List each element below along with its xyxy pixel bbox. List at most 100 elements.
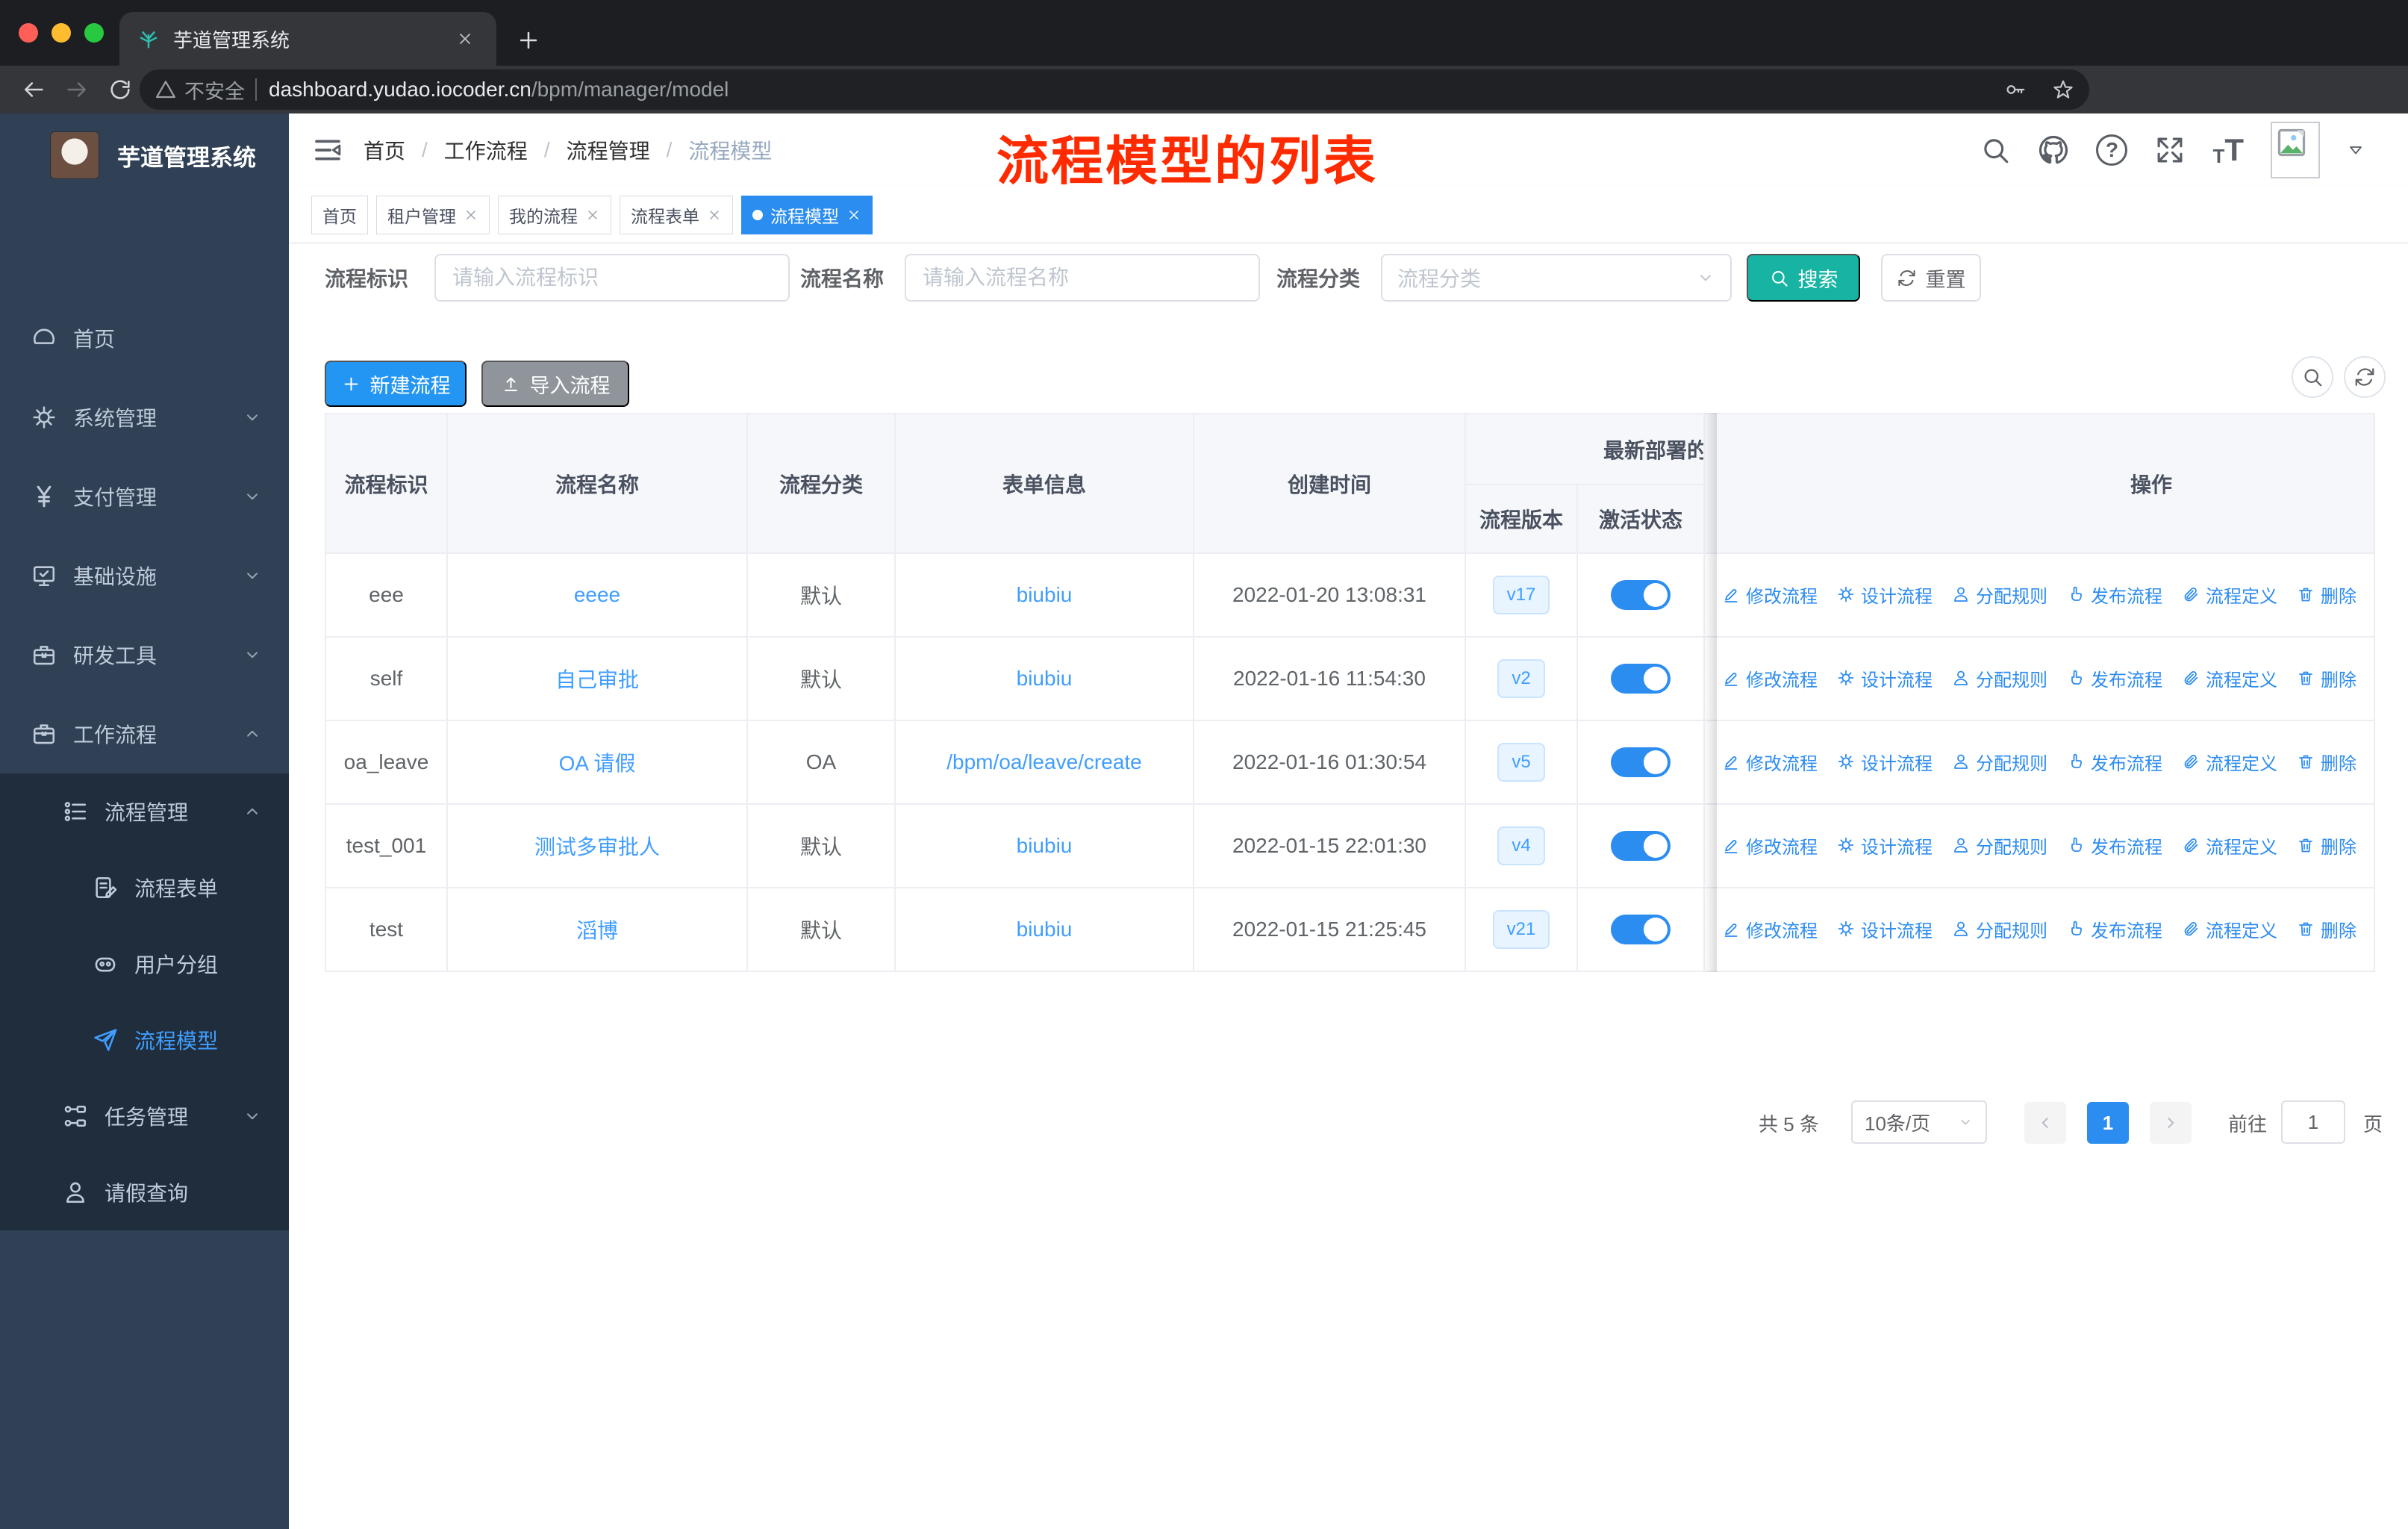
url-path[interactable]: /bpm/manager/model	[531, 78, 729, 102]
publish-process-link[interactable]: 发布流程	[2067, 665, 2162, 691]
fullscreen-icon[interactable]	[2154, 134, 2186, 166]
edit-process-link[interactable]: 修改流程	[1722, 749, 1818, 775]
design-process-link[interactable]: 设计流程	[1837, 832, 1933, 859]
close-tab-icon[interactable]	[452, 25, 478, 52]
github-icon[interactable]	[2038, 134, 2069, 166]
sidebar-item-process-model[interactable]: 流程模型	[0, 1002, 289, 1078]
create-process-button[interactable]: 新建流程	[325, 361, 467, 407]
tag-process-form[interactable]: 流程表单	[620, 195, 733, 234]
forward-button[interactable]	[64, 77, 90, 102]
process-name-link[interactable]: 测试多审批人	[534, 835, 660, 859]
sidebar-item-workflow[interactable]: 工作流程	[0, 694, 289, 773]
sidebar-item-payment[interactable]: 支付管理	[0, 457, 289, 536]
breadcrumb-process-mgmt[interactable]: 流程管理	[567, 135, 650, 165]
avatar[interactable]	[2271, 122, 2320, 178]
delete-link[interactable]: 删除	[2297, 665, 2356, 691]
help-icon[interactable]: ?	[2096, 134, 2128, 166]
search-button[interactable]: 搜索	[1747, 254, 1860, 302]
close-icon[interactable]	[464, 208, 478, 222]
form-link[interactable]: biubiu	[1017, 834, 1073, 857]
password-key-icon[interactable]	[2004, 78, 2027, 101]
delete-link[interactable]: 删除	[2297, 832, 2356, 859]
next-page-button[interactable]	[2150, 1102, 2192, 1144]
reset-button[interactable]: 重置	[1881, 254, 1981, 302]
filter-name-input[interactable]	[905, 254, 1260, 302]
prev-page-button[interactable]	[2024, 1102, 2066, 1144]
design-process-link[interactable]: 设计流程	[1837, 665, 1933, 691]
process-name-link[interactable]: eeee	[574, 583, 620, 606]
delete-link[interactable]: 删除	[2297, 582, 2356, 608]
version-badge[interactable]: v4	[1497, 826, 1545, 865]
process-definition-link[interactable]: 流程定义	[2182, 582, 2277, 608]
version-badge[interactable]: v5	[1497, 743, 1545, 782]
process-name-link[interactable]: 自己审批	[555, 668, 639, 691]
tag-tenant-mgmt[interactable]: 租户管理	[376, 195, 490, 234]
form-link[interactable]: biubiu	[1017, 918, 1073, 941]
process-definition-link[interactable]: 流程定义	[2182, 749, 2277, 775]
active-toggle[interactable]	[1611, 580, 1671, 610]
form-link[interactable]: biubiu	[1017, 583, 1073, 606]
filter-key-input[interactable]	[434, 254, 790, 302]
brand[interactable]: 芋道管理系统	[0, 125, 289, 185]
assign-rule-link[interactable]: 分配规则	[1952, 665, 2047, 691]
sidebar-item-user-group[interactable]: 用户分组	[0, 926, 289, 1002]
hide-search-button[interactable]	[2292, 356, 2333, 398]
tag-home[interactable]: 首页	[311, 195, 368, 234]
close-window-button[interactable]	[19, 23, 38, 43]
header-search-icon[interactable]	[1980, 134, 2011, 166]
publish-process-link[interactable]: 发布流程	[2067, 916, 2162, 942]
url-domain[interactable]: dashboard.yudao.iocoder.cn	[269, 78, 531, 102]
sidebar-item-home[interactable]: 首页	[0, 299, 289, 378]
sidebar-item-leave-query[interactable]: 请假查询	[0, 1154, 289, 1230]
assign-rule-link[interactable]: 分配规则	[1952, 916, 2047, 942]
publish-process-link[interactable]: 发布流程	[2067, 582, 2162, 608]
process-name-link[interactable]: 滔博	[576, 919, 618, 942]
minimize-window-button[interactable]	[52, 23, 71, 43]
address-bar[interactable]: 不安全 dashboard.yudao.iocoder.cn/bpm/manag…	[140, 69, 2089, 110]
breadcrumb-home[interactable]: 首页	[364, 135, 405, 165]
window-controls[interactable]	[19, 23, 104, 43]
close-icon[interactable]	[585, 208, 600, 222]
active-toggle[interactable]	[1611, 747, 1671, 777]
filter-category-select[interactable]: 流程分类	[1381, 254, 1732, 302]
import-process-button[interactable]: 导入流程	[481, 361, 629, 407]
assign-rule-link[interactable]: 分配规则	[1952, 749, 2047, 775]
assign-rule-link[interactable]: 分配规则	[1952, 582, 2047, 608]
version-badge[interactable]: v17	[1492, 576, 1550, 614]
design-process-link[interactable]: 设计流程	[1837, 582, 1933, 608]
edit-process-link[interactable]: 修改流程	[1722, 916, 1818, 942]
sidebar-item-process-form[interactable]: 流程表单	[0, 850, 289, 926]
version-badge[interactable]: v2	[1497, 659, 1545, 698]
design-process-link[interactable]: 设计流程	[1837, 916, 1933, 942]
sidebar-item-devtools[interactable]: 研发工具	[0, 615, 289, 694]
zoom-window-button[interactable]	[84, 23, 104, 43]
process-definition-link[interactable]: 流程定义	[2182, 832, 2277, 859]
process-definition-link[interactable]: 流程定义	[2182, 916, 2277, 942]
process-name-link[interactable]: OA 请假	[559, 752, 636, 775]
refresh-table-button[interactable]	[2344, 356, 2386, 398]
reload-button[interactable]	[107, 77, 133, 102]
edit-process-link[interactable]: 修改流程	[1722, 665, 1818, 691]
active-toggle[interactable]	[1611, 915, 1671, 944]
avatar-caret-icon[interactable]	[2347, 141, 2365, 159]
tag-my-process[interactable]: 我的流程	[498, 195, 611, 234]
form-link[interactable]: /bpm/oa/leave/create	[946, 750, 1142, 773]
tag-process-model[interactable]: 流程模型	[741, 195, 873, 234]
publish-process-link[interactable]: 发布流程	[2067, 832, 2162, 859]
close-icon[interactable]	[846, 208, 861, 222]
edit-process-link[interactable]: 修改流程	[1722, 832, 1818, 859]
process-definition-link[interactable]: 流程定义	[2182, 665, 2277, 691]
bookmark-star-icon[interactable]	[2052, 78, 2074, 101]
page-1-button[interactable]: 1	[2087, 1102, 2129, 1144]
active-toggle[interactable]	[1611, 831, 1671, 861]
delete-link[interactable]: 删除	[2297, 749, 2356, 775]
goto-page-input[interactable]	[2281, 1100, 2345, 1144]
sidebar-item-process-mgmt[interactable]: 流程管理	[0, 773, 289, 850]
form-link[interactable]: biubiu	[1017, 667, 1073, 690]
sidebar-fold-icon[interactable]	[313, 135, 343, 165]
sidebar-item-system[interactable]: 系统管理	[0, 378, 289, 457]
new-tab-button[interactable]	[514, 25, 543, 55]
page-size-select[interactable]: 10条/页	[1851, 1100, 1987, 1144]
publish-process-link[interactable]: 发布流程	[2067, 749, 2162, 775]
back-button[interactable]	[21, 77, 46, 102]
